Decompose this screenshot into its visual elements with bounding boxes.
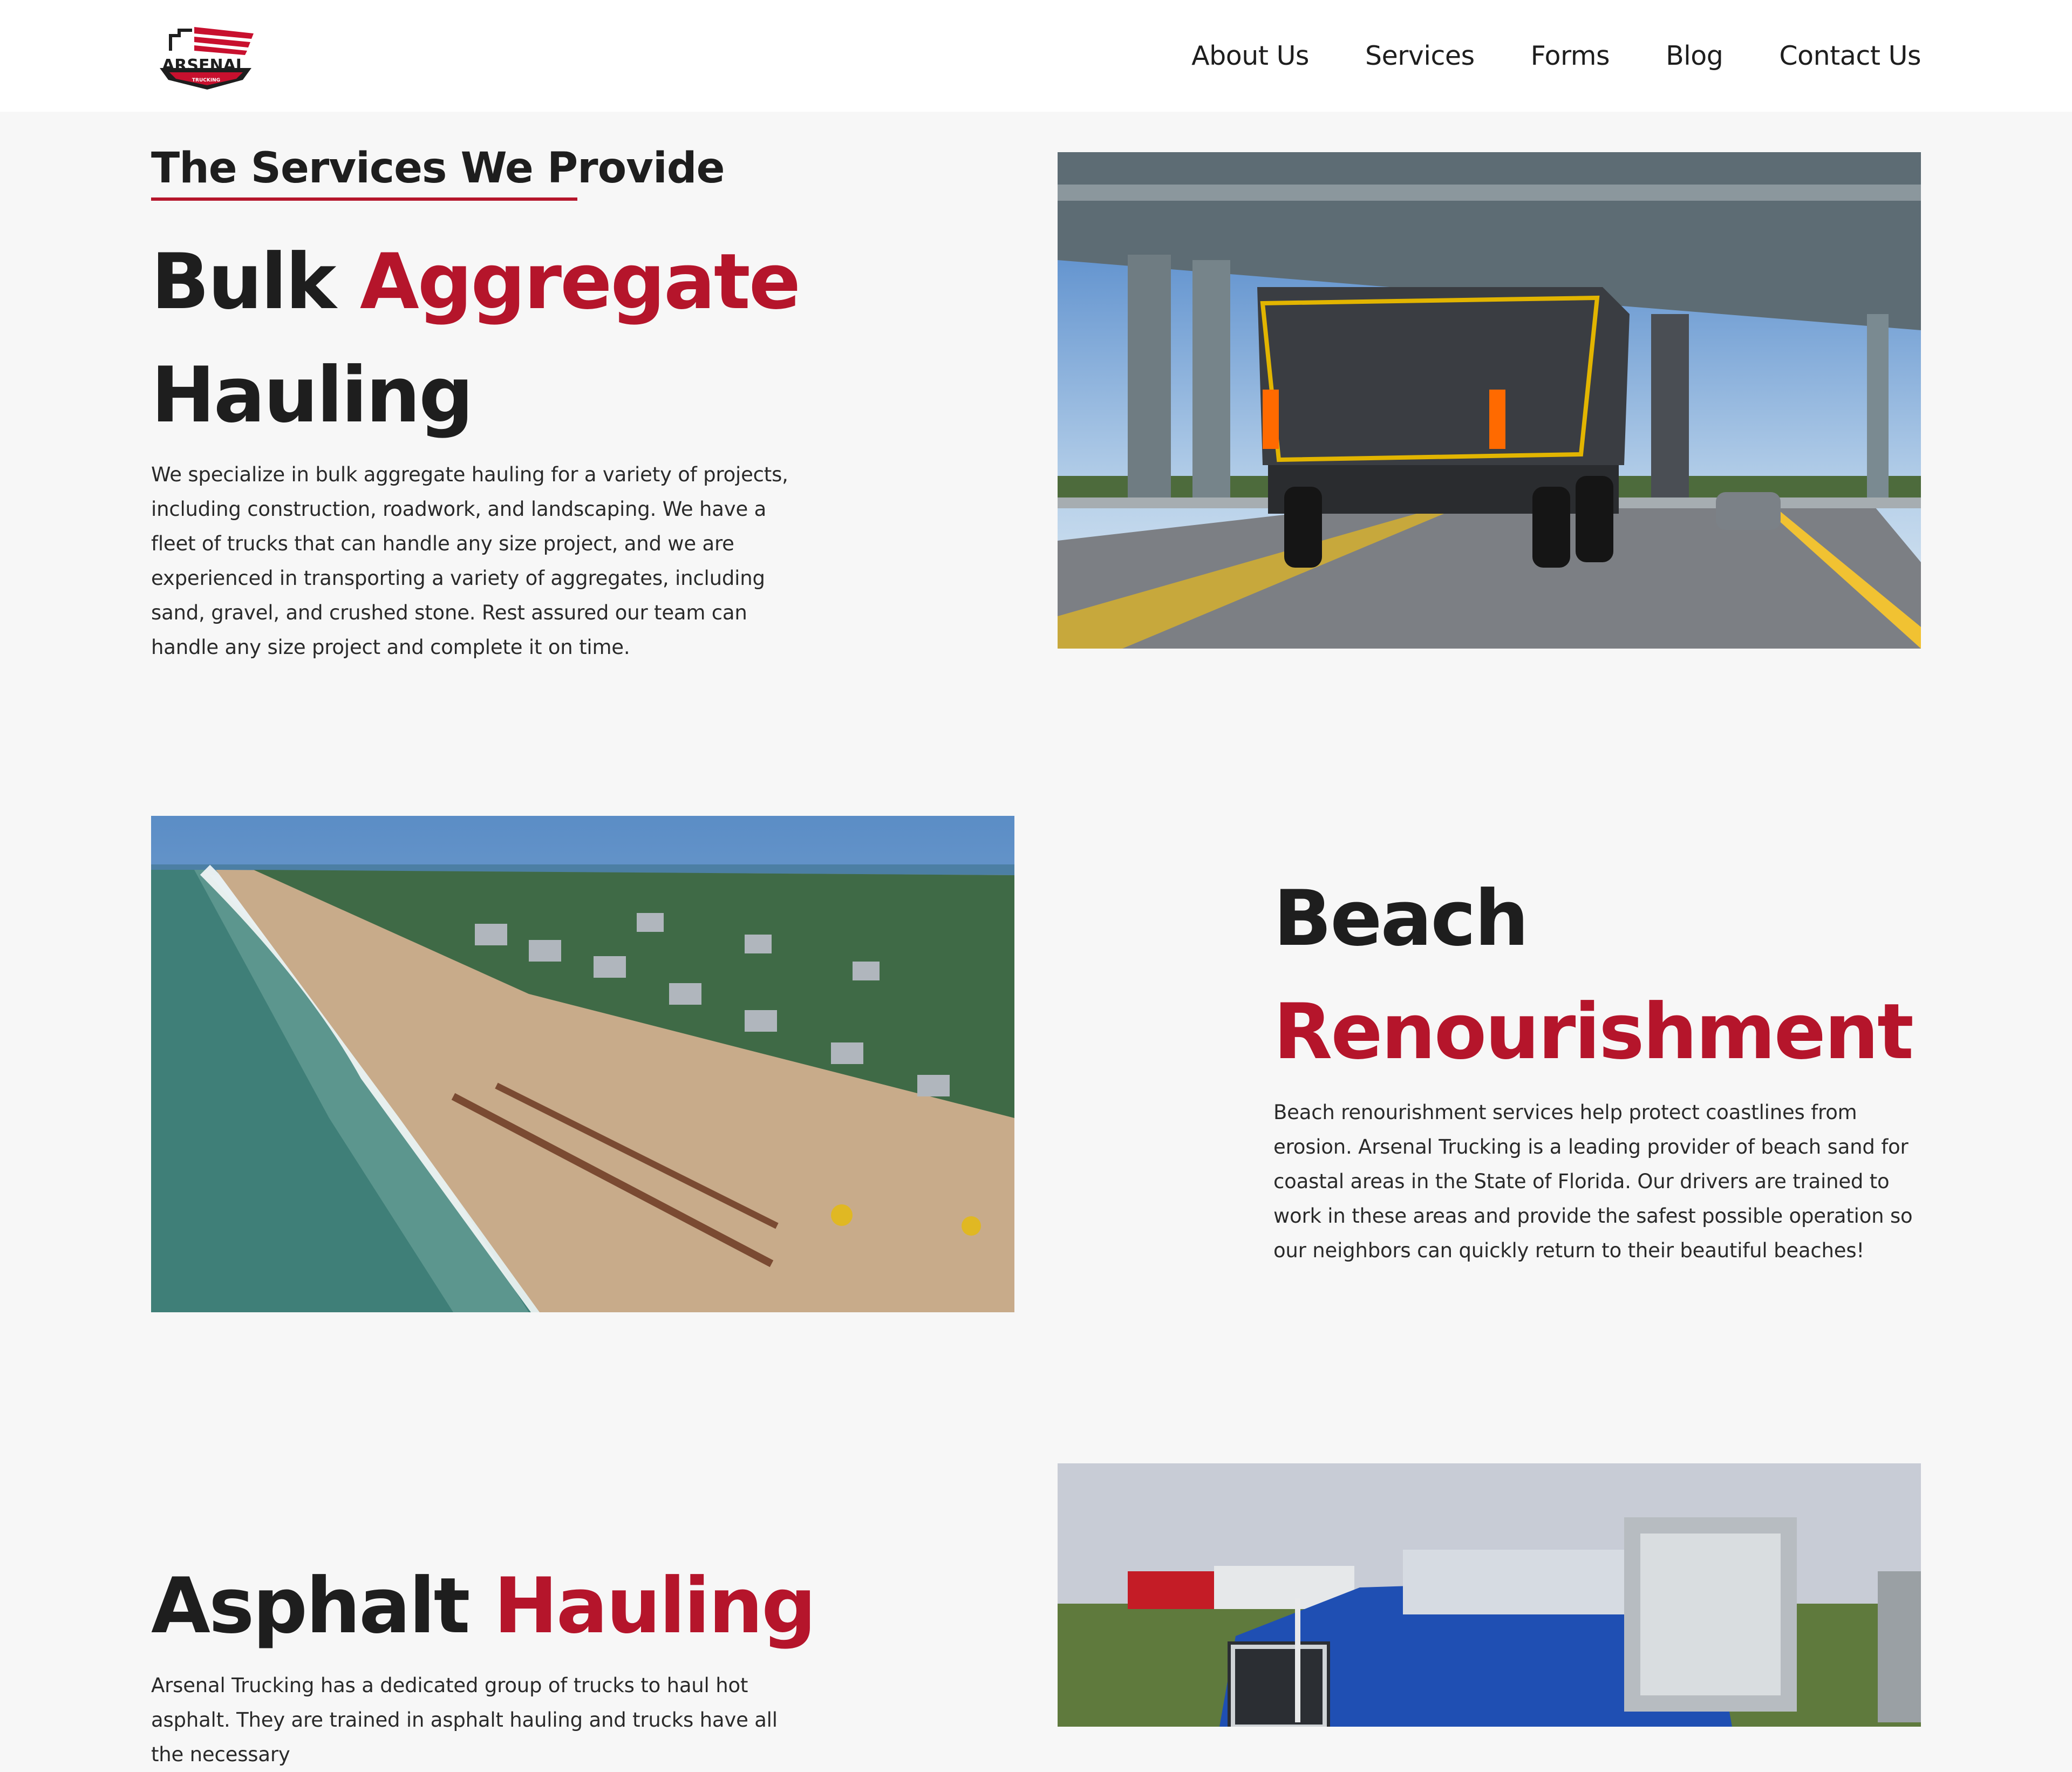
service-heading-asphalt: Asphalt Hauling xyxy=(151,1550,816,1663)
heading-accent: Hauling xyxy=(493,1562,816,1651)
service-description-asphalt: Arsenal Trucking has a dedicated group o… xyxy=(151,1674,778,1766)
service-heading-bulk: Bulk Aggregate Hauling xyxy=(151,226,801,452)
nav-services[interactable]: Services xyxy=(1365,37,1475,76)
heading-accent: Renourishment xyxy=(1273,987,1914,1076)
service-description-beach: Beach renourishment services help protec… xyxy=(1273,1101,1913,1262)
eyebrow-underline xyxy=(151,197,577,201)
section-eyebrow: The Services We Provide xyxy=(151,144,725,193)
nav-about-us[interactable]: About Us xyxy=(1191,37,1309,76)
nav-forms[interactable]: Forms xyxy=(1531,37,1610,76)
heading-plain-2: Hauling xyxy=(151,351,474,440)
blue-semi-truck-photo xyxy=(1058,1463,1921,1727)
heading-plain: Bulk xyxy=(151,237,336,326)
logo-icon: ARSENAL TRUCKING xyxy=(160,27,254,90)
heading-plain: Beach xyxy=(1273,874,1529,963)
nav-contact-us[interactable]: Contact Us xyxy=(1779,37,1921,76)
dump-truck-photo xyxy=(1058,152,1921,649)
logo-text: ARSENAL xyxy=(162,56,246,75)
service-description-bulk: We specialize in bulk aggregate hauling … xyxy=(151,463,788,659)
arsenal-trucking-logo[interactable]: ARSENAL TRUCKING xyxy=(150,21,261,91)
heading-plain: Asphalt xyxy=(151,1562,471,1651)
service-heading-beach: Beach Renourishment xyxy=(1273,862,1914,1089)
beach-renourishment-photo xyxy=(151,816,1014,1312)
main-nav: About Us Services Forms Blog Contact Us xyxy=(1191,37,1921,76)
heading-accent: Aggregate xyxy=(359,237,801,326)
logo-subtext: TRUCKING xyxy=(192,78,220,83)
nav-blog[interactable]: Blog xyxy=(1666,37,1723,76)
site-header: ARSENAL TRUCKING About Us Services Forms… xyxy=(0,0,2072,112)
